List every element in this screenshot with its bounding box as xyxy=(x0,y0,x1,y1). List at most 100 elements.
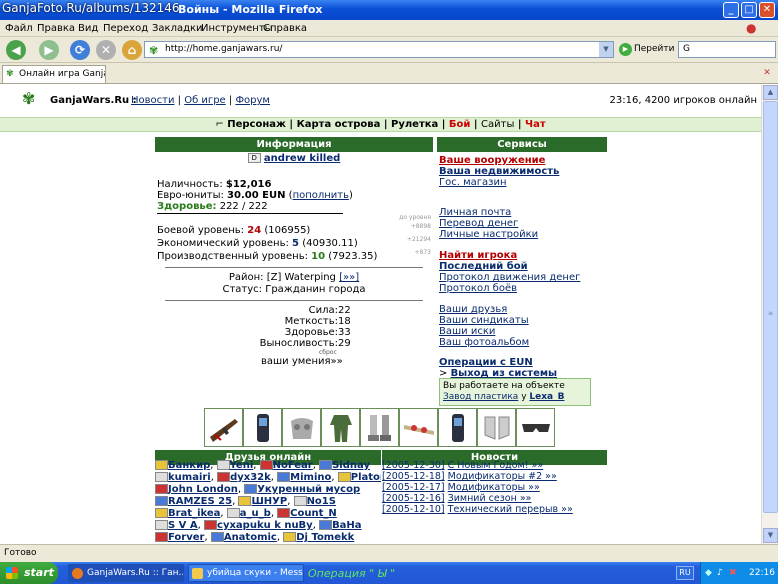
svc-settings[interactable]: Личные настройки xyxy=(439,229,538,240)
news-title[interactable]: Модификаторы #2 »» xyxy=(448,471,557,482)
friend-link[interactable]: Sidnay xyxy=(332,460,370,471)
menu-view[interactable]: Вид xyxy=(78,23,98,34)
close-button[interactable]: ✕ xyxy=(759,2,775,18)
phone-icon[interactable] xyxy=(438,408,477,447)
task-firefox[interactable]: GanjaWars.Ru :: Ган... xyxy=(68,564,184,582)
friend-link[interactable]: Dj Tomekk xyxy=(296,532,354,543)
svc-eun-ops[interactable]: Операции с EUN xyxy=(439,357,533,368)
nav-chat[interactable]: Чат xyxy=(525,119,546,130)
close-tab-icon[interactable]: ✕ xyxy=(760,66,774,80)
friend-link[interactable]: RAMZES 25 xyxy=(168,496,232,507)
phone-icon[interactable] xyxy=(243,408,282,447)
svc-last-battle[interactable]: Последний бой xyxy=(439,261,528,272)
maximize-button[interactable]: □ xyxy=(741,2,757,18)
news-title[interactable]: С Новым Годом! »» xyxy=(448,460,544,471)
tab-ganjawars[interactable]: ✾ Онлайн игра Ganja... xyxy=(2,65,106,83)
menu-go[interactable]: Переход xyxy=(103,23,148,34)
grenade-belt-icon[interactable] xyxy=(399,408,438,447)
svc-syndicates[interactable]: Ваши синдикаты xyxy=(439,315,529,326)
stop-button[interactable]: ✕ xyxy=(96,40,116,60)
go-button[interactable]: ▶ Перейти xyxy=(618,41,675,58)
friend-link[interactable]: Yeni xyxy=(230,460,254,471)
svc-transfer[interactable]: Перевод денег xyxy=(439,218,518,229)
friend-link[interactable]: Forver xyxy=(168,532,204,543)
menu-tools[interactable]: Инструменты xyxy=(201,23,273,34)
news-date[interactable]: [2005-12-16] xyxy=(382,493,445,504)
task-messenger[interactable]: убийца скуки - Messa... xyxy=(188,564,304,582)
friend-link[interactable]: BaHa xyxy=(332,520,362,531)
about-link[interactable]: Об игре xyxy=(184,95,225,106)
nav-sites[interactable]: Сайты xyxy=(481,119,514,130)
svc-mail[interactable]: Личная почта xyxy=(439,207,511,218)
news-item[interactable]: [2005-12-18] Модификаторы #2 »» xyxy=(382,471,607,482)
svc-photoalbum[interactable]: Ваш фотоальбом xyxy=(439,337,529,348)
friend-link[interactable]: Anatomic xyxy=(224,532,277,543)
vertical-scrollbar[interactable]: ▲ ≡ ▼ xyxy=(761,85,778,544)
forward-button[interactable]: ▶ xyxy=(39,40,59,60)
friend-link[interactable]: No1S xyxy=(307,496,336,507)
friend-link[interactable]: NoFear xyxy=(273,460,313,471)
scroll-down-arrow[interactable]: ▼ xyxy=(763,528,778,543)
address-bar[interactable]: ✾ http://home.ganjawars.ru/ ▼ xyxy=(144,41,614,58)
news-date[interactable]: [2005-12-30] xyxy=(382,460,445,471)
menu-bookmarks[interactable]: Закладки xyxy=(152,23,203,34)
news-title[interactable]: Зимний сезон »» xyxy=(448,493,532,504)
camo-icon[interactable] xyxy=(321,408,360,447)
pads-icon[interactable] xyxy=(477,408,516,447)
forum-link[interactable]: Форум xyxy=(235,95,270,106)
friend-link[interactable]: Brat_ikea xyxy=(168,508,220,519)
language-indicator[interactable]: RU xyxy=(676,566,694,580)
menu-edit[interactable]: Правка xyxy=(37,23,75,34)
friend-link[interactable]: Укуренный мусор xyxy=(257,484,360,495)
district-link[interactable]: [»»] xyxy=(339,272,359,283)
friend-link[interactable]: Count_N xyxy=(290,508,337,519)
news-item[interactable]: [2005-12-10] Технический перерыв »» xyxy=(382,504,607,515)
friend-link[interactable]: Банкир xyxy=(168,460,210,471)
friend-link[interactable]: a_u_b xyxy=(240,508,271,519)
svc-realty[interactable]: Ваша недвижимость xyxy=(439,166,559,177)
svc-weapons[interactable]: Ваше вооружение xyxy=(439,155,545,166)
svc-shop[interactable]: Гос. магазин xyxy=(439,177,506,188)
news-title[interactable]: Модификаторы »» xyxy=(448,482,540,493)
work-owner-link[interactable]: Lexa_B xyxy=(529,392,564,402)
friend-link[interactable]: dyx32k xyxy=(230,472,271,483)
svc-money-log[interactable]: Протокол движения денег xyxy=(439,272,580,283)
start-button[interactable]: start xyxy=(0,562,58,584)
minimize-button[interactable]: _ xyxy=(723,2,739,18)
svc-battle-log[interactable]: Протокол боёв xyxy=(439,283,517,294)
nav-roulette[interactable]: Рулетка xyxy=(391,119,438,130)
skills-link[interactable]: ваши умения»» xyxy=(155,356,433,368)
news-title[interactable]: Технический перерыв »» xyxy=(448,504,573,515)
svc-friends[interactable]: Ваши друзья xyxy=(439,304,507,315)
menu-help[interactable]: Справка xyxy=(263,23,307,34)
friend-link[interactable]: Mimino xyxy=(290,472,331,483)
reload-button[interactable]: ⟳ xyxy=(70,40,90,60)
news-date[interactable]: [2005-12-18] xyxy=(382,471,445,482)
work-place-link[interactable]: Завод пластика xyxy=(443,392,518,402)
nav-character[interactable]: Персонаж xyxy=(227,119,286,130)
friend-link[interactable]: John London xyxy=(168,484,238,495)
armor-icon[interactable] xyxy=(282,408,321,447)
news-date[interactable]: [2005-12-17] xyxy=(382,482,445,493)
goggles-icon[interactable] xyxy=(516,408,555,447)
friend-link[interactable]: Platon xyxy=(351,472,381,483)
svc-find-player[interactable]: Найти игрока xyxy=(439,250,517,261)
news-item[interactable]: [2005-12-16] Зимний сезон »» xyxy=(382,493,607,504)
nav-map[interactable]: Карта острова xyxy=(297,119,381,130)
player-name[interactable]: andrew killed xyxy=(264,153,340,164)
scroll-up-arrow[interactable]: ▲ xyxy=(763,85,778,100)
search-input[interactable]: G xyxy=(678,41,776,58)
friend-link[interactable]: S V A xyxy=(168,520,198,531)
back-button[interactable]: ◀ xyxy=(6,40,26,60)
friend-link[interactable]: ШНУР xyxy=(251,496,287,507)
boots-icon[interactable] xyxy=(360,408,399,447)
nav-battle[interactable]: Бой xyxy=(449,119,471,130)
news-item[interactable]: [2005-12-30] С Новым Годом! »» xyxy=(382,460,607,471)
rifle-icon[interactable] xyxy=(204,408,243,447)
home-button[interactable]: ⌂ xyxy=(122,40,142,60)
friend-link[interactable]: сухарuku k nuBy xyxy=(217,520,313,531)
address-dropdown-button[interactable]: ▼ xyxy=(599,42,613,57)
news-date[interactable]: [2005-12-10] xyxy=(382,504,445,515)
scroll-thumb[interactable]: ≡ xyxy=(763,101,778,513)
news-item[interactable]: [2005-12-17] Модификаторы »» xyxy=(382,482,607,493)
